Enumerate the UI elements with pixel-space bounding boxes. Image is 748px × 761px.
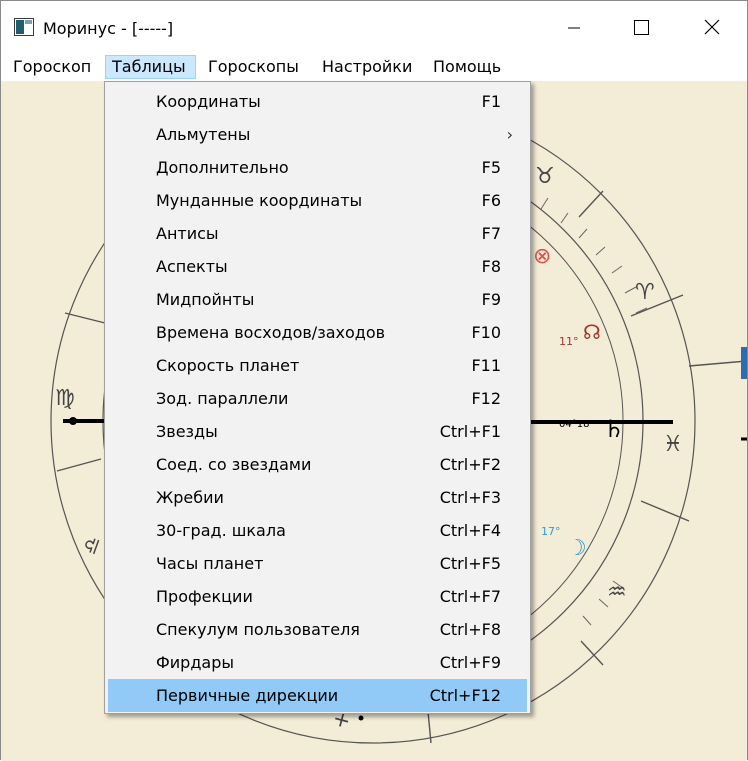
menu-item-shortcut: F12 xyxy=(471,389,501,408)
menu-item-additional[interactable]: Дополнительно F5 xyxy=(108,151,527,184)
moon-degree: 17° xyxy=(541,525,561,538)
menu-item-label: Скорость планет xyxy=(156,356,300,375)
menu-item-firdaria[interactable]: Фирдары Ctrl+F9 xyxy=(108,646,527,679)
menu-item-label: Антисы xyxy=(156,224,219,243)
menu-item-shortcut: Ctrl+F8 xyxy=(439,620,501,639)
menu-item-shortcut: F7 xyxy=(481,224,501,243)
menu-item-shortcut: F10 xyxy=(471,323,501,342)
saturn-degree: 04°18' xyxy=(559,419,592,430)
menu-item-rise-set-times[interactable]: Времена восходов/заходов F10 xyxy=(108,316,527,349)
menu-item-label: Фирдары xyxy=(156,653,234,672)
menu-item-coordinates[interactable]: Координаты F1 xyxy=(108,85,527,118)
aquarius-glyph: ♒ xyxy=(607,580,627,605)
menu-item-label: Времена восходов/заходов xyxy=(156,323,386,342)
menu-item-mundane-coordinates[interactable]: Мунданные координаты F6 xyxy=(108,184,527,217)
menu-item-planet-speed[interactable]: Скорость планет F11 xyxy=(108,349,527,382)
menu-item-label: Дополнительно xyxy=(156,158,289,177)
menu-item-label: Профекции xyxy=(156,587,253,606)
menu-item-shortcut: F8 xyxy=(481,257,501,276)
menu-item-label: Соед. со звездами xyxy=(156,455,312,474)
menu-horoscope[interactable]: Гороскоп xyxy=(7,55,97,79)
menu-item-label: Первичные дирекции xyxy=(156,686,339,705)
menu-item-label: Альмутены xyxy=(156,125,251,144)
menu-item-antiscia[interactable]: Антисы F7 xyxy=(108,217,527,250)
menu-item-midpoints[interactable]: Мидпойнты F9 xyxy=(108,283,527,316)
menu-item-label: 30-град. шкала xyxy=(156,521,286,540)
menu-item-planetary-hours[interactable]: Часы планет Ctrl+F5 xyxy=(108,547,527,580)
menu-item-aspects[interactable]: Аспекты F8 xyxy=(108,250,527,283)
menu-item-shortcut: F11 xyxy=(471,356,501,375)
menu-item-shortcut: F5 xyxy=(481,158,501,177)
saturn-glyph: ♄ xyxy=(603,415,625,443)
menu-item-star-conjunctions[interactable]: Соед. со звездами Ctrl+F2 xyxy=(108,448,527,481)
aries-glyph: ♈ xyxy=(635,280,655,305)
menu-item-shortcut: Ctrl+F5 xyxy=(439,554,501,573)
menu-horoscopes[interactable]: Гороскопы xyxy=(202,55,305,79)
menu-item-shortcut: F6 xyxy=(481,191,501,210)
node-glyph: ☊ xyxy=(583,320,601,344)
menu-item-primary-directions[interactable]: Первичные дирекции Ctrl+F12 xyxy=(108,679,527,712)
app-icon xyxy=(14,18,34,36)
title-bar[interactable]: Моринус - [-----] xyxy=(1,1,747,53)
menu-item-shortcut: Ctrl+F3 xyxy=(439,488,501,507)
menu-item-zodiacal-parallels[interactable]: Зод. параллели F12 xyxy=(108,382,527,415)
menu-item-label: Спекулум пользователя xyxy=(156,620,360,639)
menu-item-label: Часы планет xyxy=(156,554,264,573)
maximize-icon[interactable] xyxy=(618,9,664,45)
menu-item-shortcut: Ctrl+F9 xyxy=(439,653,501,672)
menu-item-shortcut: Ctrl+F1 xyxy=(439,422,501,441)
tables-dropdown-menu: Координаты F1 Альмутены › Дополнительно … xyxy=(104,81,531,714)
menu-item-label: Мидпойнты xyxy=(156,290,255,309)
minimize-icon[interactable] xyxy=(551,9,597,45)
menu-settings[interactable]: Настройки xyxy=(316,55,418,79)
menu-item-shortcut: F1 xyxy=(481,92,501,111)
menu-bar: Гороскоп Таблицы Гороскопы Настройки Пом… xyxy=(1,53,747,81)
menu-item-30-degree-scale[interactable]: 30-град. шкала Ctrl+F4 xyxy=(108,514,527,547)
menu-item-lots[interactable]: Жребии Ctrl+F3 xyxy=(108,481,527,514)
menu-item-shortcut: F9 xyxy=(481,290,501,309)
menu-item-label: Аспекты xyxy=(156,257,228,276)
virgo-glyph: ♍ xyxy=(55,386,75,411)
menu-item-shortcut: Ctrl+F2 xyxy=(439,455,501,474)
close-icon[interactable] xyxy=(689,9,735,45)
app-window: Моринус - [-----] Гороскоп Таблицы Горос… xyxy=(0,0,748,761)
menu-item-label: Жребии xyxy=(156,488,224,507)
window-title: Моринус - [-----] xyxy=(43,19,174,38)
menu-item-label: Зод. параллели xyxy=(156,389,289,408)
moon-glyph: ☽ xyxy=(567,536,587,561)
menu-help[interactable]: Помощь xyxy=(427,55,507,79)
chevron-right-icon: › xyxy=(506,125,513,144)
menu-item-label: Координаты xyxy=(156,92,261,111)
taurus-glyph: ♉ xyxy=(535,164,555,189)
pisces-glyph: ♓ xyxy=(663,432,683,457)
fortune-glyph: ⊗ xyxy=(533,244,551,269)
libra-glyph: ♎ xyxy=(77,533,106,558)
menu-item-label: Мунданные координаты xyxy=(156,191,363,210)
menu-tables[interactable]: Таблицы xyxy=(105,55,196,79)
menu-item-almutens[interactable]: Альмутены › xyxy=(108,118,527,151)
menu-item-user-speculum[interactable]: Спекулум пользователя Ctrl+F8 xyxy=(108,613,527,646)
menu-item-profections[interactable]: Профекции Ctrl+F7 xyxy=(108,580,527,613)
menu-item-shortcut: Ctrl+F7 xyxy=(439,587,501,606)
menu-item-label: Звезды xyxy=(156,422,218,441)
menu-item-shortcut: Ctrl+F4 xyxy=(439,521,501,540)
menu-item-stars[interactable]: Звезды Ctrl+F1 xyxy=(108,415,527,448)
node-degree: 11° xyxy=(559,335,579,348)
menu-item-shortcut: Ctrl+F12 xyxy=(429,686,501,705)
